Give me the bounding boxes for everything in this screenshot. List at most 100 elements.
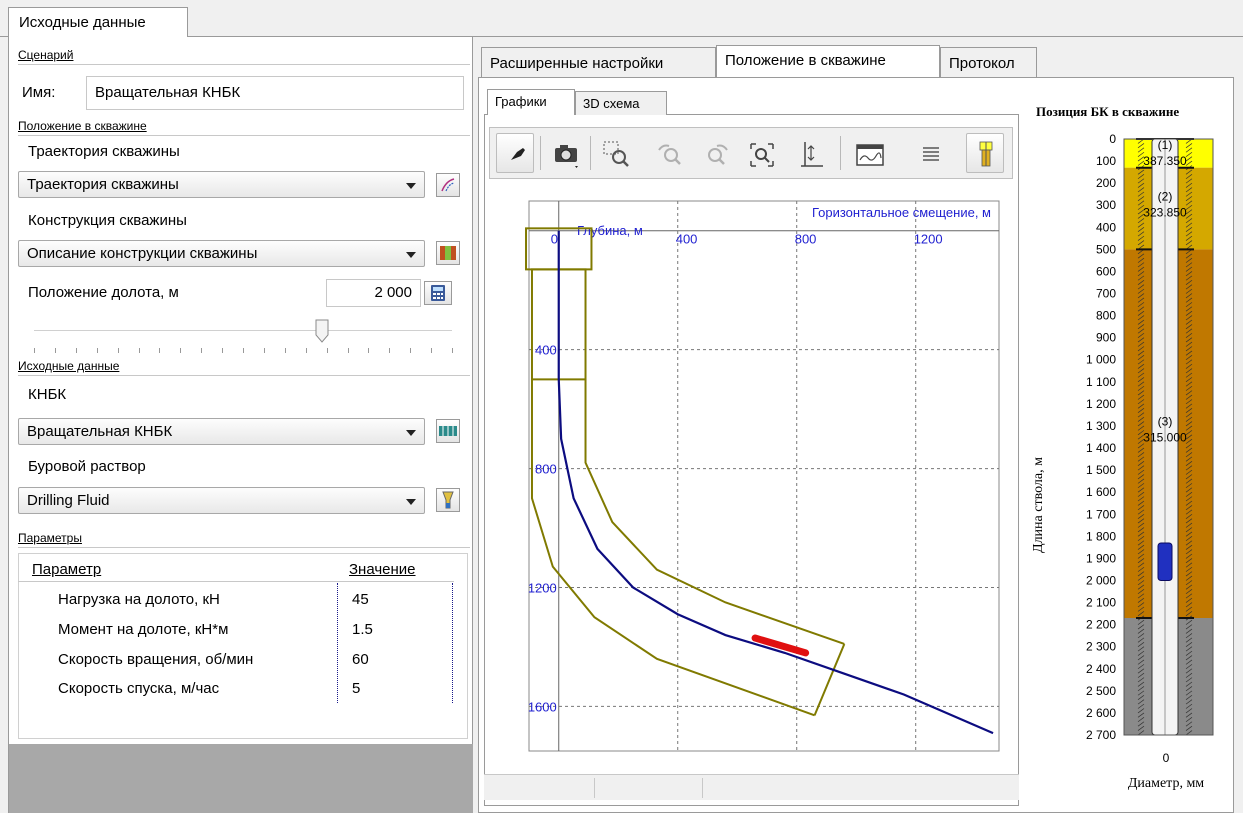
group-divider: [18, 547, 470, 548]
trajectory-edit-button[interactable]: [436, 173, 460, 197]
slider-tick: [368, 348, 370, 353]
axis-scale-icon: [801, 142, 823, 167]
undo-zoom-button[interactable]: [650, 133, 688, 173]
table-row[interactable]: Нагрузка на долото, кН 45: [18, 587, 454, 615]
y-tick-label: 1200: [528, 580, 557, 595]
slider-tick: [347, 348, 349, 353]
bit-position-slider-thumb[interactable]: [315, 319, 329, 343]
slider-tick: [284, 348, 286, 353]
tab-source-data[interactable]: Исходные данные: [8, 7, 188, 37]
tab-advanced-settings-label: Расширенные настройки: [490, 55, 664, 72]
construction-edit-button[interactable]: [436, 241, 460, 265]
construction-select[interactable]: Описание конструкции скважины: [18, 240, 425, 267]
tab-protocol[interactable]: Протокол: [940, 47, 1037, 77]
slider-track[interactable]: [34, 330, 452, 332]
slider-tick: [96, 348, 98, 353]
bha-marker: [1157, 542, 1173, 581]
group-title-position: Положение в скважине: [18, 119, 147, 133]
depth-tick-label: 900: [1096, 331, 1116, 345]
table-row[interactable]: Скорость вращения, об/мин 60: [18, 647, 454, 675]
well-schema-toggle[interactable]: [966, 133, 1004, 173]
depth-tick-label: 1 200: [1086, 397, 1116, 411]
y-tick-label: 400: [535, 343, 557, 358]
section-label: (1): [1158, 138, 1173, 152]
table-row[interactable]: Скорость спуска, м/час 5: [18, 676, 454, 704]
tab-3d-schema-label: 3D схема: [583, 96, 640, 111]
y-axis-title: Глубина, м: [577, 223, 643, 238]
param-name: Скорость вращения, об/мин: [58, 651, 254, 668]
x-tick-label: 1200: [914, 232, 943, 247]
depth-tick-label: 1 000: [1086, 353, 1116, 367]
bit-position-input[interactable]: 2 000: [326, 279, 421, 307]
snapshot-button[interactable]: [546, 133, 584, 173]
trajectory-value: Траектория скважины: [27, 176, 179, 193]
group-title-source-data: Исходные данные: [18, 359, 120, 373]
axis-scale-button[interactable]: [790, 133, 828, 173]
depth-tick-label: 2 600: [1086, 706, 1116, 720]
depth-tick-label: 2 400: [1086, 662, 1116, 676]
group-divider: [18, 64, 470, 65]
param-value[interactable]: 45: [352, 591, 369, 608]
slider-tick: [159, 348, 161, 353]
chevron-down-icon: [406, 499, 416, 505]
calculator-button[interactable]: [424, 281, 452, 305]
slider-tick: [54, 348, 56, 353]
construction-value: Описание конструкции скважины: [27, 245, 258, 262]
slider-tick: [452, 348, 453, 353]
zoom-select-button[interactable]: [596, 133, 634, 173]
depth-tick-label: 500: [1096, 242, 1116, 256]
bha-edit-button[interactable]: [436, 419, 460, 443]
slider-tick: [263, 348, 265, 353]
param-value[interactable]: 1.5: [352, 621, 373, 638]
legend-icon: [923, 147, 939, 161]
zoom-fit-button[interactable]: [742, 133, 780, 173]
trajectory-select[interactable]: Траектория скважины: [18, 171, 425, 198]
slider-tick: [180, 348, 182, 353]
diameter-tick: 0: [1163, 751, 1170, 765]
slider-tick: [222, 348, 224, 353]
slider-tick: [431, 348, 433, 353]
tab-well-position[interactable]: Положение в скважине: [716, 45, 940, 77]
fluid-select[interactable]: Drilling Fluid: [18, 487, 425, 514]
x-tick-label: 400: [676, 232, 698, 247]
depth-ruler: 0 100 200 300 400 500 600 700 800 900 1 000 1 100 1 …: [1086, 132, 1116, 742]
tab-protocol-label: Протокол: [949, 55, 1015, 72]
tab-3d-schema[interactable]: 3D схема: [575, 91, 667, 115]
slider-tick: [138, 348, 140, 353]
depth-axis-label: Длина ствола, м: [1031, 457, 1046, 553]
well-position-chart: 0 100 200 300 400 500 600 700 800 900 1 000 1 100 1 …: [1031, 132, 1214, 791]
slider-tick: [34, 348, 35, 353]
section-label: (2): [1158, 190, 1173, 204]
tab-advanced-settings[interactable]: Расширенные настройки: [481, 47, 716, 77]
depth-tick-label: 0: [1109, 132, 1116, 146]
depth-tick-label: 300: [1096, 198, 1116, 212]
depth-tick-label: 1 300: [1086, 419, 1116, 433]
depth-tick-label: 2 000: [1086, 573, 1116, 587]
undo-zoom-icon: [658, 144, 681, 165]
scenario-name-input[interactable]: Вращательная КНБК: [86, 76, 464, 110]
tab-charts[interactable]: Графики: [487, 89, 575, 115]
name-label: Имя:: [22, 84, 56, 101]
depth-tick-label: 800: [1096, 309, 1116, 323]
param-name: Нагрузка на долото, кН: [58, 591, 220, 608]
x-axis-title: Горизонтальное смещение, м: [812, 205, 991, 220]
construction-label: Конструкция скважины: [28, 212, 187, 229]
trajectory-label: Траектория скважины: [28, 143, 180, 160]
column-header-param[interactable]: Параметр: [32, 561, 101, 578]
table-row[interactable]: Момент на долоте, кН*м 1.5: [18, 617, 454, 645]
redo-zoom-button[interactable]: [696, 133, 734, 173]
param-value[interactable]: 60: [352, 651, 369, 668]
bit-position-label: Положение долота, м: [28, 284, 179, 301]
slider-tick: [389, 348, 391, 353]
chart-window-button[interactable]: [850, 133, 888, 173]
chart-window-icon: [856, 144, 884, 166]
depth-tick-label: 2 700: [1086, 728, 1116, 742]
well-schema-icon: [979, 141, 993, 167]
param-value[interactable]: 5: [352, 680, 360, 697]
legend-button[interactable]: [910, 133, 948, 173]
bha-select[interactable]: Вращательная КНБК: [18, 418, 425, 445]
fluid-edit-button[interactable]: [436, 488, 460, 512]
pin-button[interactable]: [496, 133, 534, 173]
depth-tick-label: 1 500: [1086, 463, 1116, 477]
column-header-value[interactable]: Значение: [349, 561, 416, 578]
